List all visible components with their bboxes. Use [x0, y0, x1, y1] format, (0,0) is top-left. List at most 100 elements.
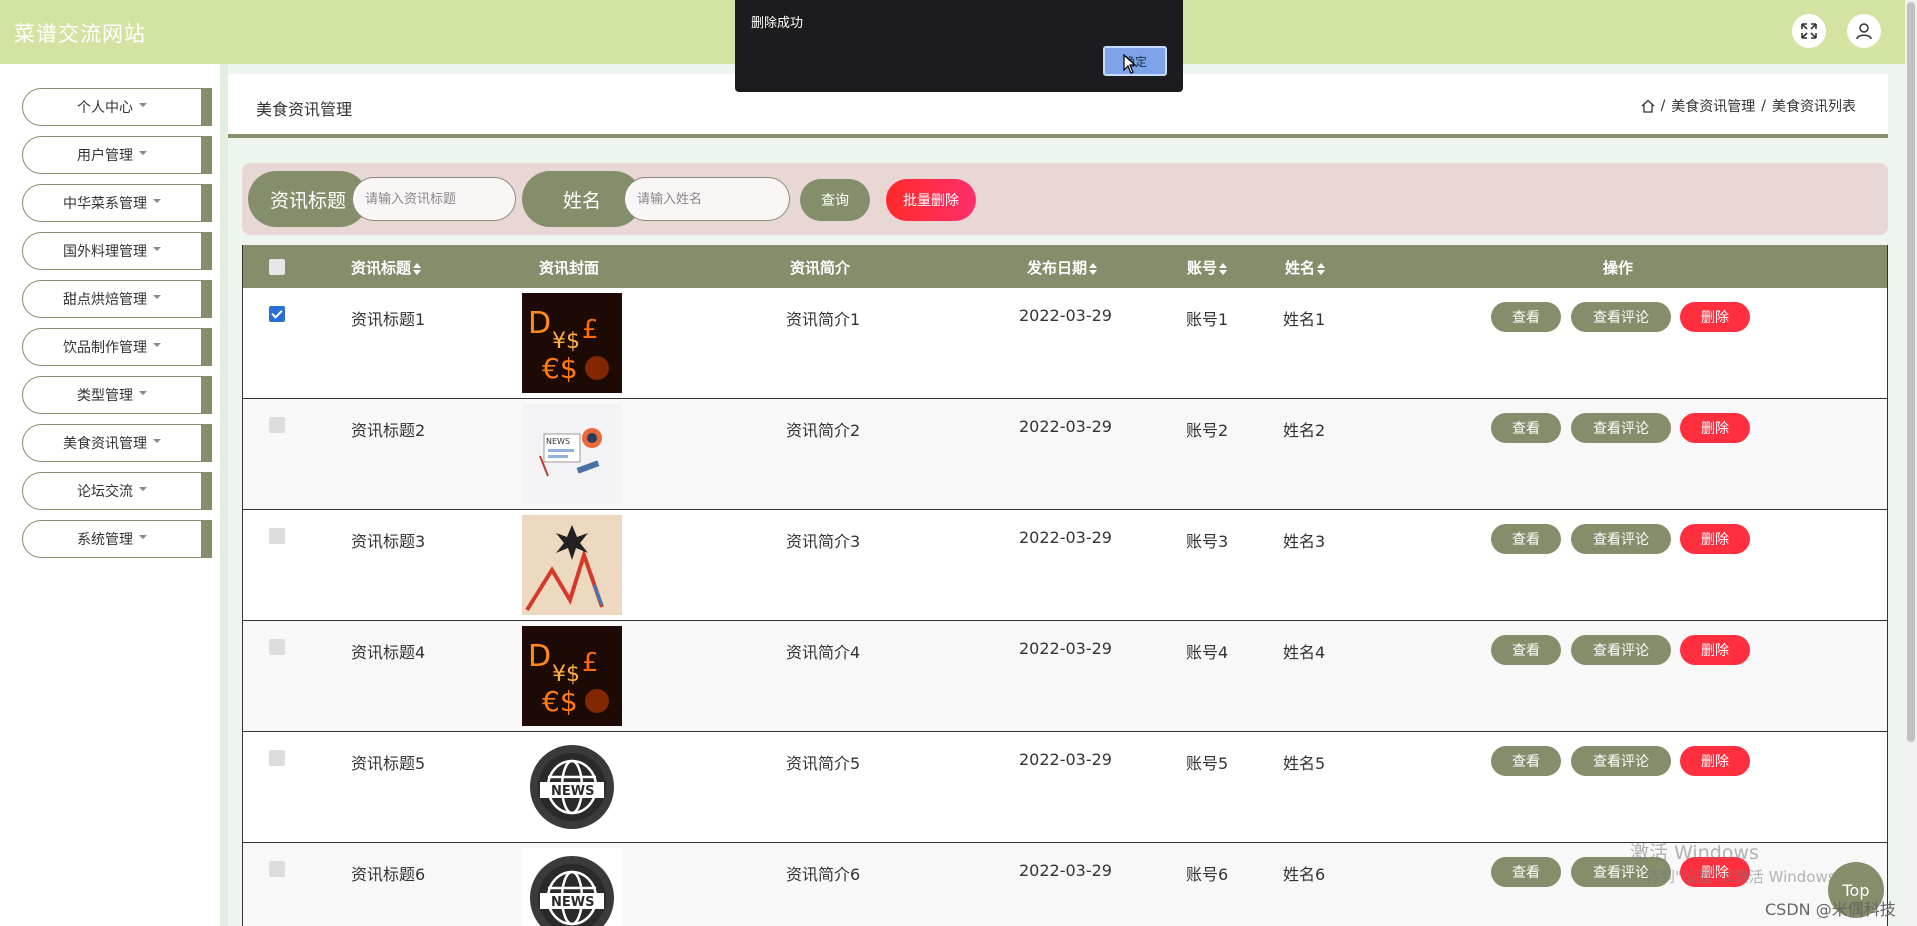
- sidebar-item-type-management[interactable]: 类型管理: [22, 376, 212, 414]
- sort-icon: [1219, 262, 1228, 275]
- news-cover-image: D ¥$ £ €$: [522, 293, 622, 393]
- fullscreen-button[interactable]: [1792, 14, 1826, 48]
- table-row: 资讯标题5 NEWS 资讯简介5 2022-03-29 账号5 姓名5 查看 查…: [243, 732, 1887, 843]
- cell-summary: 资讯简介3: [786, 532, 861, 551]
- cell-summary: 资讯简介5: [786, 754, 861, 773]
- caret-down-icon: [139, 151, 147, 155]
- table-row: 资讯标题2 NEWS 资讯简介2 2022-03-29 账号2 姓名2 查看 查…: [243, 399, 1887, 510]
- batch-delete-button[interactable]: 批量删除: [886, 179, 976, 221]
- column-date[interactable]: 发布日期: [1027, 257, 1098, 278]
- cell-summary: 资讯简介4: [786, 643, 861, 662]
- svg-text:£: £: [582, 648, 599, 678]
- column-name[interactable]: 姓名: [1285, 257, 1326, 278]
- sidebar-item-personal-center[interactable]: 个人中心: [22, 88, 212, 126]
- delete-button[interactable]: 删除: [1680, 524, 1750, 554]
- page-scrollbar[interactable]: [1905, 0, 1917, 926]
- user-icon: [1856, 23, 1872, 40]
- table-row: 资讯标题3 资讯简介3 2022-03-29 账号3 姓名3 查看 查看评论 删…: [243, 510, 1887, 621]
- row-checkbox[interactable]: [269, 750, 285, 766]
- name-search-input[interactable]: [624, 177, 790, 221]
- column-cover: 资讯封面: [539, 259, 600, 277]
- delete-button[interactable]: 删除: [1680, 635, 1750, 665]
- sidebar-item-chinese-cuisine[interactable]: 中华菜系管理: [22, 184, 212, 222]
- cell-title: 资讯标题5: [351, 754, 426, 773]
- scrollbar-thumb[interactable]: [1907, 2, 1915, 742]
- caret-down-icon: [139, 391, 147, 395]
- cell-account: 账号6: [1186, 865, 1229, 884]
- svg-text:¥$: ¥$: [552, 329, 580, 354]
- caret-down-icon: [153, 199, 161, 203]
- sidebar-item-forum[interactable]: 论坛交流: [22, 472, 212, 510]
- sidebar-item-foreign-cuisine[interactable]: 国外料理管理: [22, 232, 212, 270]
- column-account[interactable]: 账号: [1187, 257, 1228, 278]
- title-search-input[interactable]: [352, 177, 516, 221]
- market-chart-icon: [522, 515, 622, 615]
- sidebar-item-food-news[interactable]: 美食资讯管理: [22, 424, 212, 462]
- cell-date: 2022-03-29: [1019, 306, 1112, 325]
- column-title[interactable]: 资讯标题: [351, 257, 422, 278]
- sidebar-item-drinks[interactable]: 饮品制作管理: [22, 328, 212, 366]
- mouse-cursor-icon: [1123, 54, 1137, 74]
- cell-name: 姓名5: [1283, 754, 1326, 773]
- breadcrumb-separator: /: [1660, 98, 1666, 114]
- cell-account: 账号5: [1186, 754, 1229, 773]
- main-content: 美食资讯管理 / 美食资讯管理 / 美食资讯列表 资讯标题 姓名 查询 批量删除…: [228, 64, 1905, 926]
- select-all-checkbox[interactable]: [269, 259, 285, 275]
- fullscreen-icon: [1801, 23, 1817, 39]
- view-button[interactable]: 查看: [1491, 635, 1561, 665]
- cell-name: 姓名2: [1283, 421, 1326, 440]
- view-button[interactable]: 查看: [1491, 746, 1561, 776]
- sort-icon: [1089, 262, 1098, 275]
- breadcrumb-level2: 美食资讯列表: [1772, 99, 1856, 115]
- cell-name: 姓名1: [1283, 310, 1326, 329]
- fire-money-icon: D¥$ £€$: [522, 293, 622, 393]
- view-button[interactable]: 查看: [1491, 302, 1561, 332]
- delete-button[interactable]: 删除: [1680, 413, 1750, 443]
- view-comments-button[interactable]: 查看评论: [1571, 302, 1671, 332]
- sort-icon: [1317, 262, 1326, 275]
- breadcrumb-level1[interactable]: 美食资讯管理: [1671, 96, 1755, 116]
- view-comments-button[interactable]: 查看评论: [1571, 413, 1671, 443]
- news-cover-image: [522, 515, 622, 615]
- cell-title: 资讯标题3: [351, 532, 426, 551]
- sidebar-item-dessert-baking[interactable]: 甜点烘焙管理: [22, 280, 212, 318]
- sidebar-item-label: 系统管理: [77, 532, 133, 548]
- cell-title: 资讯标题4: [351, 643, 426, 662]
- row-checkbox[interactable]: [269, 417, 285, 433]
- page-title: 美食资讯管理: [256, 100, 353, 119]
- table-row: 资讯标题1 D ¥$ £ €$ 资讯简介1 2022-03-29 账号1 姓名1 查看…: [243, 288, 1887, 399]
- table-row: 资讯标题4 D ¥$ £ €$ 资讯简介4 2022-03-29 账号4 姓名4 查看…: [243, 621, 1887, 732]
- delete-button[interactable]: 删除: [1680, 302, 1750, 332]
- row-checkbox[interactable]: [269, 528, 285, 544]
- row-checkbox[interactable]: [269, 639, 285, 655]
- home-icon[interactable]: [1641, 99, 1655, 113]
- user-menu-button[interactable]: [1847, 14, 1881, 48]
- sidebar-item-label: 中华菜系管理: [63, 196, 147, 212]
- cell-date: 2022-03-29: [1019, 861, 1112, 880]
- sidebar-item-label: 个人中心: [77, 100, 133, 116]
- cell-title: 资讯标题6: [351, 865, 426, 884]
- caret-down-icon: [139, 487, 147, 491]
- view-comments-button[interactable]: 查看评论: [1571, 746, 1671, 776]
- cell-date: 2022-03-29: [1019, 750, 1112, 769]
- sidebar-item-label: 国外料理管理: [63, 244, 147, 260]
- view-button[interactable]: 查看: [1491, 857, 1561, 887]
- sort-icon: [413, 262, 422, 275]
- cell-date: 2022-03-29: [1019, 417, 1112, 436]
- row-checkbox[interactable]: [269, 306, 285, 322]
- cell-summary: 资讯简介2: [786, 421, 861, 440]
- view-comments-button[interactable]: 查看评论: [1571, 524, 1671, 554]
- cell-summary: 资讯简介1: [786, 310, 861, 329]
- cell-account: 账号3: [1186, 532, 1229, 551]
- view-button[interactable]: 查看: [1491, 413, 1561, 443]
- row-checkbox[interactable]: [269, 861, 285, 877]
- view-button[interactable]: 查看: [1491, 524, 1561, 554]
- svg-text:NEWS: NEWS: [546, 437, 570, 446]
- delete-button[interactable]: 删除: [1680, 746, 1750, 776]
- caret-down-icon: [153, 295, 161, 299]
- query-button[interactable]: 查询: [800, 179, 870, 221]
- cell-date: 2022-03-29: [1019, 639, 1112, 658]
- view-comments-button[interactable]: 查看评论: [1571, 635, 1671, 665]
- sidebar-item-system-management[interactable]: 系统管理: [22, 520, 212, 558]
- sidebar-item-user-management[interactable]: 用户管理: [22, 136, 212, 174]
